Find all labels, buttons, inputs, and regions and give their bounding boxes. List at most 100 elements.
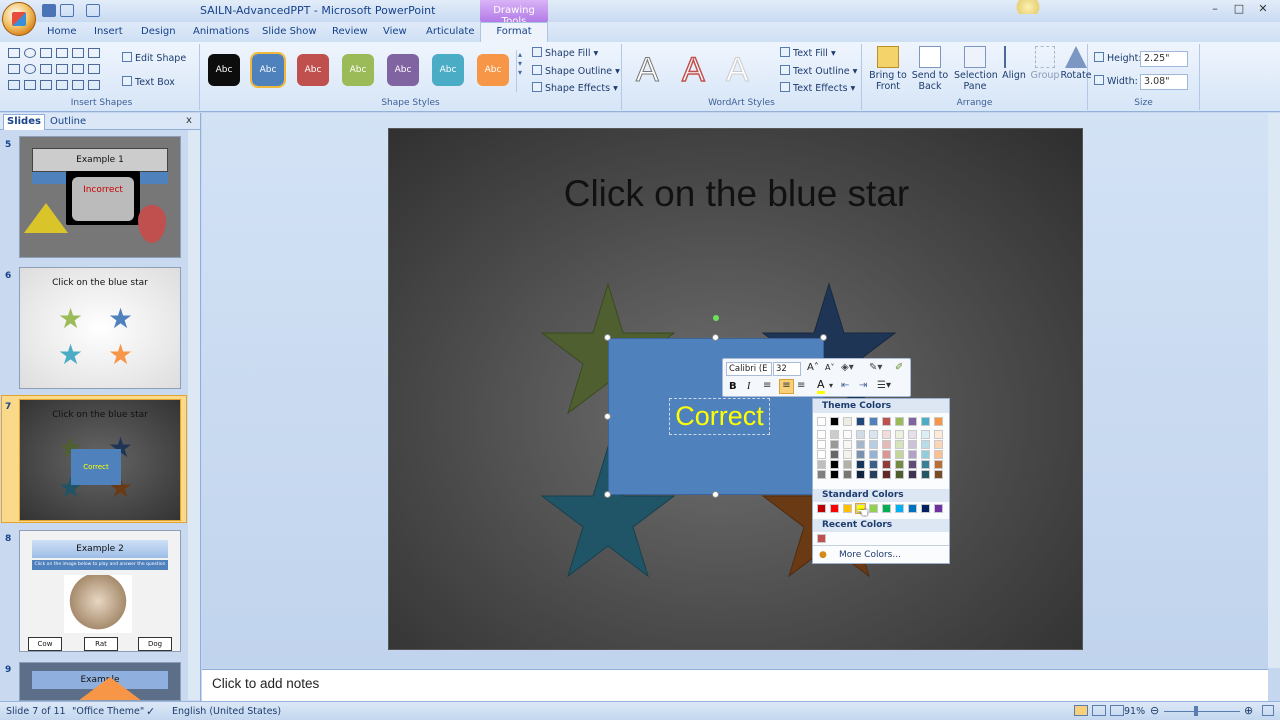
zoom-slider[interactable] [1164,711,1240,712]
theme-color-swatch[interactable] [934,470,943,479]
theme-color-swatch[interactable] [934,430,943,439]
slide-thumbnail-7[interactable]: Click on the blue star ★ ★ ★ ★ Correct [19,399,181,521]
theme-color-swatch[interactable] [830,430,839,439]
theme-color-swatch[interactable] [869,417,878,426]
theme-color-swatch[interactable] [895,470,904,479]
theme-color-swatch[interactable] [817,450,826,459]
shapes-gallery[interactable] [8,48,116,94]
theme-color-swatch[interactable] [934,417,943,426]
theme-color-swatch[interactable] [882,440,891,449]
theme-color-swatch[interactable] [882,417,891,426]
shape-style-blue[interactable]: Abc [250,52,286,88]
spellcheck-icon[interactable]: ✓ [146,705,155,718]
theme-color-swatch[interactable] [895,440,904,449]
wordart-style-light[interactable]: A [726,52,750,89]
standard-color-swatch[interactable] [908,504,917,513]
theme-color-swatch[interactable] [882,460,891,469]
rotation-handle[interactable] [713,315,719,321]
theme-color-swatch[interactable] [869,470,878,479]
theme-color-swatch[interactable] [843,417,852,426]
more-styles-icon[interactable]: ▴ ▾ ▾ [516,50,526,92]
chevron-down-icon[interactable]: ▾ [829,381,833,390]
align-left-icon[interactable]: ≡ [763,380,771,391]
theme-color-swatch[interactable] [882,430,891,439]
theme-color-swatch[interactable] [921,417,930,426]
slide-thumbnail-9[interactable]: Example [19,662,181,701]
slide-thumbnail-6[interactable]: Click on the blue star ★ ★ ★ ★ [19,267,181,389]
theme-color-swatch[interactable] [843,470,852,479]
theme-color-swatch[interactable] [856,430,865,439]
correct-text[interactable]: Correct [669,398,770,435]
standard-color-swatch[interactable] [869,504,878,513]
minimize-button[interactable]: – [1204,2,1226,18]
font-name-box[interactable]: Calibri (E [726,362,772,376]
shape-style-green[interactable]: Abc [342,54,374,86]
shape-outline-button[interactable]: Shape Outline ▾ [532,65,620,77]
theme-color-swatch[interactable] [843,430,852,439]
standard-color-swatch[interactable] [934,504,943,513]
close-button[interactable]: ✕ [1252,2,1274,18]
send-to-back-button[interactable]: Send to Back [910,46,950,92]
slide-thumbnail-5[interactable]: Example 1 Incorrect [19,136,181,258]
tab-home[interactable]: Home [47,24,77,42]
width-input[interactable]: 3.08" [1140,74,1188,90]
group-button[interactable]: Group [1030,46,1060,81]
decrease-indent-icon[interactable]: ⇤ [841,380,849,391]
save-icon[interactable] [42,4,56,17]
theme-color-swatch[interactable] [856,450,865,459]
paintbrush-icon[interactable]: ✐ [895,362,903,373]
theme-color-swatch[interactable] [934,440,943,449]
tab-slides[interactable]: Slides [3,114,45,130]
align-button[interactable]: Align [998,46,1030,81]
tab-insert[interactable]: Insert [94,24,123,42]
text-box-button[interactable]: Text Box [122,76,175,88]
theme-color-swatch[interactable] [908,440,917,449]
font-color-icon[interactable]: A [817,379,825,394]
shape-style-aqua[interactable]: Abc [432,54,464,86]
wordart-style-plain[interactable]: A [636,52,660,89]
tab-design[interactable]: Design [141,24,176,42]
tab-animations[interactable]: Animations [193,24,249,42]
theme-color-swatch[interactable] [856,417,865,426]
bold-button[interactable]: B [729,381,737,392]
theme-color-swatch[interactable] [830,470,839,479]
slide-sorter-icon[interactable] [1092,705,1106,716]
theme-color-swatch[interactable] [830,417,839,426]
theme-color-swatch[interactable] [843,450,852,459]
zoom-level[interactable]: 91% [1124,706,1145,717]
resize-handle[interactable] [712,491,719,498]
theme-color-swatch[interactable] [817,460,826,469]
theme-color-swatch[interactable] [843,460,852,469]
zoom-out-icon[interactable]: ⊖ [1150,704,1159,717]
standard-color-swatch[interactable] [882,504,891,513]
theme-color-swatch[interactable] [817,417,826,426]
align-right-icon[interactable]: ≡ [797,380,805,391]
theme-color-swatch[interactable] [921,460,930,469]
selection-pane-button[interactable]: Selection Pane [954,46,998,92]
bring-to-front-button[interactable]: Bring to Front [868,46,908,92]
zoom-in-icon[interactable]: ⊕ [1244,704,1253,717]
zoom-slider-thumb[interactable] [1194,706,1198,716]
shrink-font-icon[interactable]: A˅ [825,363,834,372]
theme-color-swatch[interactable] [895,430,904,439]
italic-button[interactable]: I [747,381,750,392]
normal-view-icon[interactable] [1074,705,1088,716]
theme-color-swatch[interactable] [921,440,930,449]
shape-style-purple[interactable]: Abc [387,54,419,86]
theme-color-swatch[interactable] [830,460,839,469]
standard-color-swatch[interactable] [830,504,839,513]
vertical-scrollbar[interactable] [1268,113,1280,668]
close-panel-icon[interactable]: x [186,115,192,126]
theme-color-swatch[interactable] [908,450,917,459]
resize-handle[interactable] [712,334,719,341]
standard-color-swatch[interactable] [895,504,904,513]
resize-handle[interactable] [604,491,611,498]
shape-style-red[interactable]: Abc [297,54,329,86]
edit-shape-button[interactable]: Edit Shape [122,52,186,64]
theme-color-swatch[interactable] [830,450,839,459]
theme-color-swatch[interactable] [908,430,917,439]
language[interactable]: English (United States) [172,706,281,717]
fit-to-window-icon[interactable] [1262,705,1274,716]
theme-color-swatch[interactable] [908,417,917,426]
theme-name[interactable]: "Office Theme" [72,706,144,717]
